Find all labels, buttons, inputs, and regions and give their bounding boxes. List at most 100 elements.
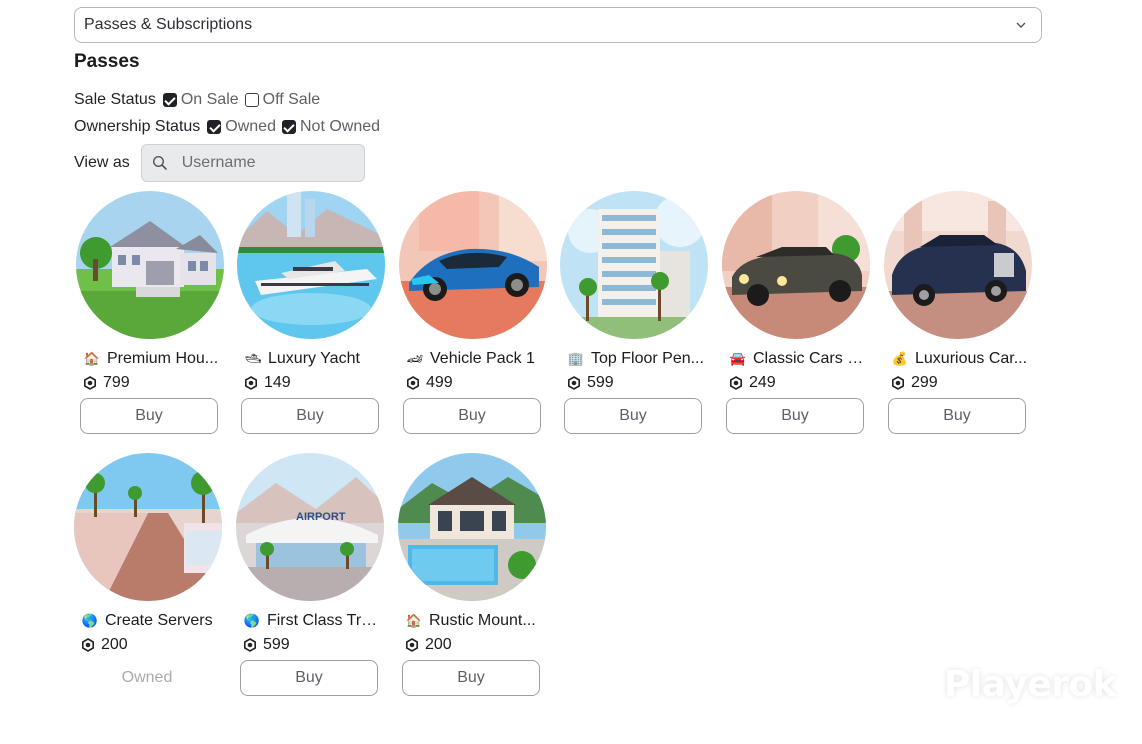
robux-icon [244, 638, 256, 652]
checkbox-box[interactable] [207, 120, 222, 134]
pass-thumbnail[interactable] [722, 191, 870, 339]
owned-checkbox[interactable]: Owned [207, 118, 276, 136]
robux-icon [82, 638, 94, 652]
pass-title: 🏠 Rustic Mount... [405, 612, 545, 630]
building-icon: 🏢 [567, 351, 585, 366]
pass-name: Classic Cars P... [752, 350, 869, 367]
price-value: 799 [103, 374, 130, 391]
globe-icon: 🌎 [81, 613, 99, 628]
car-image [399, 191, 547, 339]
pass-price: 200 [405, 636, 452, 654]
robux-icon [406, 638, 418, 652]
pass-card: 🏎 Vehicle Pack 1 499 Buy [398, 191, 548, 434]
pass-title: 🚘 Classic Cars P... [729, 350, 869, 368]
page-title: Passes [74, 51, 140, 72]
price-value: 499 [426, 374, 453, 391]
pass-card: 🌎 Create Servers 200 Owned [73, 453, 223, 686]
price-value: 249 [749, 374, 776, 391]
pass-name: Rustic Mount... [429, 612, 536, 629]
pass-card: 🏠 Premium Hou... 799 Buy [75, 191, 225, 434]
pass-card: 💰 Luxurious Car... 299 Buy [883, 191, 1033, 434]
price-value: 149 [264, 374, 291, 391]
house-icon: 🏠 [405, 613, 423, 628]
ownership-status-filter: Ownership Status Owned Not Owned [74, 118, 386, 136]
pass-name: Premium Hou... [107, 350, 219, 367]
price-value: 200 [425, 636, 452, 653]
buy-button[interactable]: Buy [888, 398, 1026, 434]
street-image [74, 453, 222, 601]
house-icon: 🏠 [83, 351, 101, 366]
pass-thumbnail[interactable] [398, 453, 546, 601]
pass-price: 249 [729, 374, 776, 392]
checkbox-box[interactable] [162, 93, 177, 107]
pass-price: 149 [244, 374, 291, 392]
pass-thumbnail[interactable] [76, 191, 224, 339]
buy-button[interactable]: Buy [726, 398, 864, 434]
pass-price: 200 [81, 636, 128, 654]
sale-status-filter: Sale Status On Sale Off Sale [74, 91, 326, 109]
pass-thumbnail[interactable] [560, 191, 708, 339]
buy-button[interactable]: Buy [403, 398, 541, 434]
buy-button[interactable]: Buy [240, 660, 378, 696]
off-sale-label: Off Sale [262, 91, 321, 108]
robux-icon [892, 376, 904, 390]
chevron-down-icon [1016, 22, 1026, 28]
search-icon [152, 155, 167, 170]
owned-status: Owned [121, 669, 173, 686]
classic-car-image [722, 191, 870, 339]
pass-thumbnail[interactable]: AIRPORT [236, 453, 384, 601]
off-sale-checkbox[interactable]: Off Sale [244, 91, 321, 109]
pass-price: 599 [567, 374, 614, 392]
pass-title: 🌎 First Class Tra... [243, 612, 383, 630]
pass-price: 599 [243, 636, 290, 654]
pass-title: 🏠 Premium Hou... [83, 350, 223, 368]
view-as-row: View as [74, 144, 365, 182]
pass-name: Top Floor Pen... [591, 350, 704, 367]
pass-name: First Class Tra... [266, 612, 383, 629]
price-value: 299 [911, 374, 938, 391]
buy-button[interactable]: Buy [80, 398, 218, 434]
mountain-house-image [398, 453, 546, 601]
penthouse-image [560, 191, 708, 339]
on-sale-label: On Sale [180, 91, 239, 108]
pass-card: AIRPORT 🌎 First Class Tra... 599 Buy [235, 453, 385, 696]
buy-button[interactable]: Buy [564, 398, 702, 434]
pass-card: 🏠 Rustic Mount... 200 Buy [397, 453, 547, 696]
pass-thumbnail[interactable] [884, 191, 1032, 339]
ownership-status-label: Ownership Status [74, 118, 201, 135]
price-value: 599 [263, 636, 290, 653]
house-image [76, 191, 224, 339]
pass-thumbnail[interactable] [399, 191, 547, 339]
robux-icon [407, 376, 419, 390]
pass-card: 🚘 Classic Cars P... 249 Buy [721, 191, 871, 434]
buy-button[interactable]: Buy [402, 660, 540, 696]
pass-title: 🏎 Vehicle Pack 1 [406, 350, 546, 368]
username-input[interactable] [179, 153, 344, 173]
not-owned-checkbox[interactable]: Not Owned [281, 118, 381, 136]
robux-icon [84, 376, 96, 390]
buy-button[interactable]: Buy [241, 398, 379, 434]
checkbox-box[interactable] [281, 120, 296, 134]
pass-thumbnail[interactable] [237, 191, 385, 339]
pass-title: 💰 Luxurious Car... [891, 350, 1031, 368]
not-owned-label: Not Owned [299, 118, 381, 135]
pass-name: Create Servers [105, 612, 213, 629]
pass-name: Luxurious Car... [915, 350, 1028, 367]
on-sale-checkbox[interactable]: On Sale [162, 91, 239, 109]
pass-name: Vehicle Pack 1 [430, 350, 535, 367]
airport-image: AIRPORT [236, 453, 384, 601]
pass-card: 🏢 Top Floor Pen... 599 Buy [559, 191, 709, 434]
watermark: Playerok [944, 664, 1117, 705]
pass-card: 🛥 Luxury Yacht 149 Buy [236, 191, 386, 434]
robux-icon [730, 376, 742, 390]
sale-status-label: Sale Status [74, 91, 156, 108]
price-value: 200 [101, 636, 128, 653]
username-search[interactable] [140, 144, 365, 182]
dropdown-label: Passes & Subscriptions [84, 16, 253, 33]
checkbox-box[interactable] [244, 93, 259, 107]
pass-thumbnail[interactable] [74, 453, 222, 601]
category-dropdown[interactable]: Passes & Subscriptions [74, 7, 1042, 43]
page: Passes & Subscriptions Passes Sale Statu… [0, 0, 1142, 744]
globe-icon: 🌎 [243, 613, 261, 628]
view-as-label: View as [74, 154, 130, 171]
